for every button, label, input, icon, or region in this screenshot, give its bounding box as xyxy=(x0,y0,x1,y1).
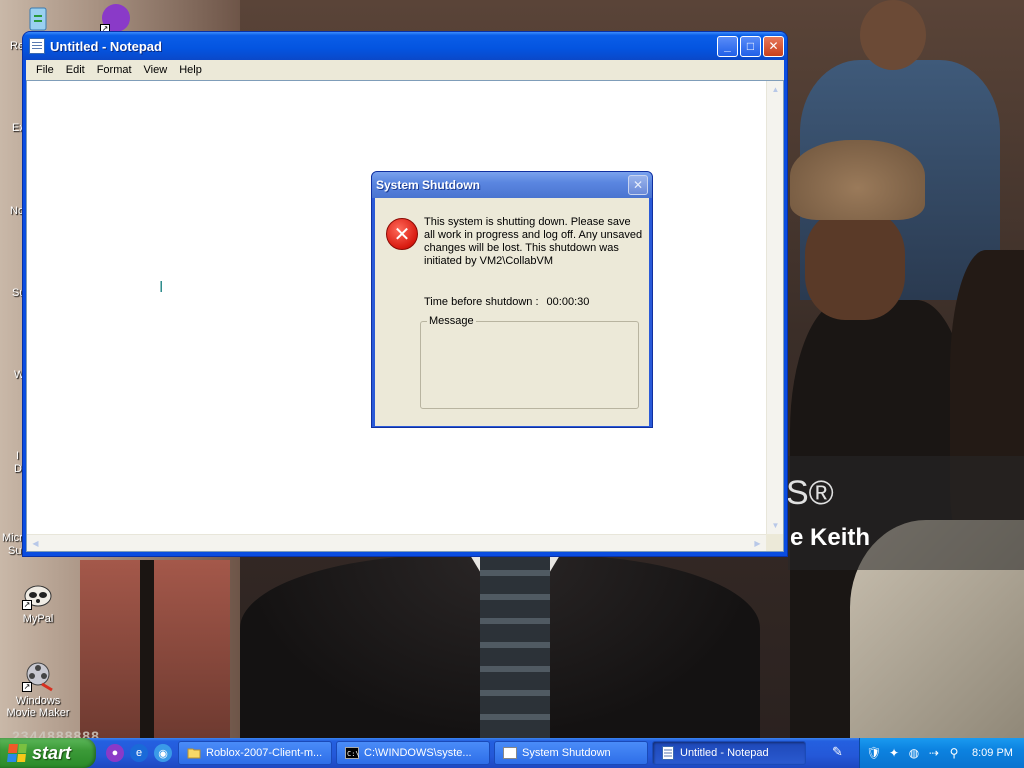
maximize-button[interactable]: □ xyxy=(740,35,761,57)
network-icon[interactable]: ✦ xyxy=(886,745,902,761)
desktop-icon-movie-maker[interactable]: ↗ Windows Movie Maker xyxy=(0,660,76,719)
task-button-notepad[interactable]: Untitled - Notepad xyxy=(652,741,806,765)
task-button-roblox-folder[interactable]: Roblox-2007-Client-m... xyxy=(178,741,332,765)
wallpaper-hat xyxy=(790,140,925,220)
shutdown-timer-value: 00:00:30 xyxy=(546,296,590,308)
task-label: Roblox-2007-Client-m... xyxy=(206,747,323,759)
ibeam-cursor-icon: I xyxy=(159,279,164,296)
wallpaper-background-head xyxy=(860,0,926,70)
menu-format[interactable]: Format xyxy=(91,62,138,78)
desktop-icon-label: Windows Movie Maker xyxy=(6,695,70,719)
window-icon xyxy=(503,747,517,759)
task-label: C:\WINDOWS\syste... xyxy=(364,747,472,759)
desktop-edge-label: I xyxy=(16,450,20,462)
desktop-edge-label: Su xyxy=(8,545,22,557)
wallpaper-banner-text: e Keith xyxy=(790,524,871,551)
wallpaper-door xyxy=(80,560,230,738)
shutdown-dialog-title: System Shutdown xyxy=(376,178,481,192)
vertical-scrollbar[interactable]: ▲ ▼ xyxy=(766,81,783,534)
shutdown-dialog-body: ✕ This system is shutting down. Please s… xyxy=(375,198,649,426)
mypal-raccoon-icon: ↗ xyxy=(22,578,54,610)
error-icon: ✕ xyxy=(386,218,418,250)
start-button[interactable]: start xyxy=(0,738,96,768)
command-prompt-icon: C:\ xyxy=(345,747,359,759)
message-group-box: Message xyxy=(420,315,639,409)
shutdown-dialog[interactable]: System Shutdown ✕ ✕ This system is shutt… xyxy=(371,171,653,428)
message-group-label: Message xyxy=(427,315,476,327)
shutdown-dialog-close-button[interactable]: ✕ xyxy=(628,175,648,195)
shutdown-message: This system is shutting down. Please sav… xyxy=(424,216,643,267)
notepad-icon[interactable] xyxy=(29,38,45,54)
desktop-icon-mypal[interactable]: ↗ MyPal xyxy=(0,578,76,625)
notepad-title: Untitled - Notepad xyxy=(50,38,162,54)
desktop-edge-label: D xyxy=(14,463,22,475)
purple-orb-icon: ↗ xyxy=(100,2,132,34)
task-button-system-shutdown[interactable]: System Shutdown xyxy=(494,741,648,765)
scroll-left-arrow-icon[interactable]: ◀ xyxy=(27,535,44,552)
menu-help[interactable]: Help xyxy=(173,62,208,78)
task-label: Untitled - Notepad xyxy=(680,747,769,759)
task-label: System Shutdown xyxy=(522,747,611,759)
system-tray: 🛡 ✦ ◍ ⇢ ⚲ 8:09 PM xyxy=(859,738,1024,768)
folder-icon xyxy=(187,748,201,759)
desktop-icon-label: MyPal xyxy=(22,613,54,625)
notepad-titlebar[interactable]: Untitled - Notepad _ □ ✕ xyxy=(23,32,787,60)
arrow-icon[interactable]: ⇢ xyxy=(926,745,942,761)
film-reel-icon: ↗ xyxy=(22,660,54,692)
internet-explorer-icon[interactable]: e xyxy=(130,744,148,762)
wallpaper-hat-man-face xyxy=(805,210,905,320)
search-icon[interactable]: ⚲ xyxy=(946,745,962,761)
quick-launch-browser-icon[interactable]: ◉ xyxy=(154,744,172,762)
menu-file[interactable]: File xyxy=(30,62,60,78)
shutdown-timer-label: Time before shutdown : xyxy=(424,296,539,308)
taskbar: start ● e ◉ Roblox-2007-Client-m... C:\ … xyxy=(0,738,1024,768)
menu-edit[interactable]: Edit xyxy=(60,62,91,78)
recycle-bin-icon xyxy=(22,2,54,34)
minimize-button[interactable]: _ xyxy=(717,35,738,57)
security-shield-icon[interactable]: 🛡 xyxy=(866,745,882,761)
pen-tool-icon[interactable]: ✎ xyxy=(832,744,850,762)
shortcut-arrow-icon: ↗ xyxy=(22,682,32,692)
wallpaper-overlay-digits: 2344888888 xyxy=(12,728,100,738)
shutdown-timer: Time before shutdown : 00:00:30 xyxy=(424,296,589,308)
resize-grip[interactable] xyxy=(766,534,783,551)
menu-view[interactable]: View xyxy=(138,62,174,78)
wallpaper-railing xyxy=(140,560,154,738)
close-button[interactable]: ✕ xyxy=(763,35,784,57)
windows-flag-icon xyxy=(7,744,27,762)
quick-launch-purple-icon[interactable]: ● xyxy=(106,744,124,762)
scroll-right-arrow-icon[interactable]: ▶ xyxy=(749,535,766,552)
start-label: start xyxy=(32,742,72,763)
quick-launch: ● e ◉ xyxy=(96,744,178,762)
shutdown-dialog-titlebar[interactable]: System Shutdown ✕ xyxy=(372,172,652,198)
horizontal-scrollbar[interactable]: ◀ ▶ xyxy=(27,534,766,551)
clock[interactable]: 8:09 PM xyxy=(972,747,1013,759)
scroll-up-arrow-icon[interactable]: ▲ xyxy=(767,81,784,98)
shortcut-arrow-icon: ↗ xyxy=(22,600,32,610)
globe-icon[interactable]: ◍ xyxy=(906,745,922,761)
desktop-edge-label: Micr xyxy=(2,532,23,544)
notepad-icon xyxy=(662,746,674,760)
wallpaper-banner-symbol: S® xyxy=(786,474,834,512)
svg-text:C:\: C:\ xyxy=(347,750,359,758)
task-button-command-prompt[interactable]: C:\ C:\WINDOWS\syste... xyxy=(336,741,490,765)
wallpaper-tie xyxy=(480,555,550,738)
notepad-menubar: File Edit Format View Help xyxy=(26,60,784,80)
scroll-down-arrow-icon[interactable]: ▼ xyxy=(767,517,784,534)
